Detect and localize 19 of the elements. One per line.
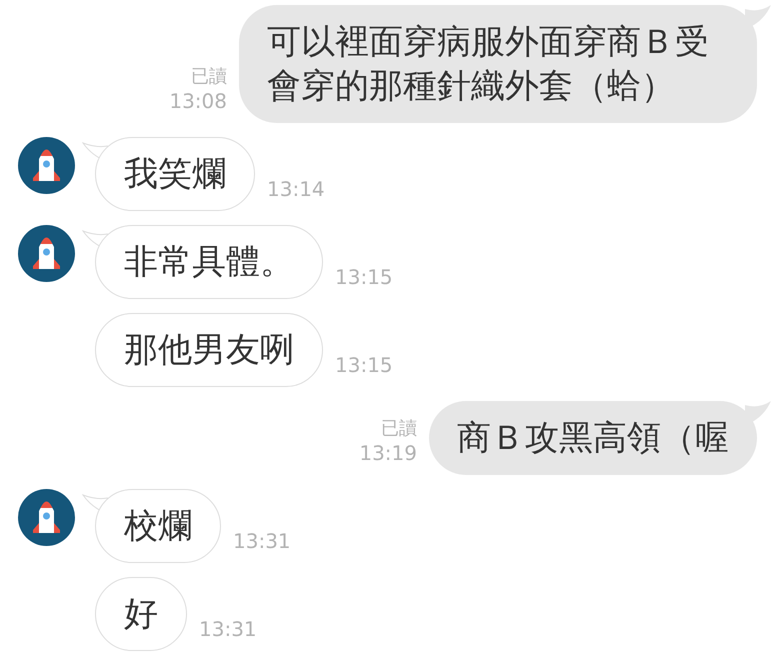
message-time: 13:31 <box>199 617 257 641</box>
sent-message-bubble: 可以裡面穿病服外面穿商Ｂ受會穿的那種針織外套（蛤） <box>239 5 757 123</box>
message-time: 13:14 <box>267 177 325 201</box>
received-message-bubble: 好 <box>95 577 187 651</box>
avatar-icon <box>18 489 75 546</box>
message-time: 13:15 <box>335 265 393 289</box>
received-message-bubble: 非常具體。 <box>95 225 323 299</box>
message-time: 13:15 <box>335 353 393 377</box>
received-message-bubble: 校爛 <box>95 489 221 563</box>
avatar-icon <box>18 137 75 194</box>
avatar-icon <box>18 225 75 282</box>
message-time: 13:08 <box>169 89 227 113</box>
message-time: 13:19 <box>359 441 417 465</box>
sent-message-bubble: 商Ｂ攻黑高領（喔 <box>429 401 757 475</box>
read-receipt: 已讀 <box>191 65 227 89</box>
received-message-bubble: 那他男友咧 <box>95 313 323 387</box>
message-time: 13:31 <box>233 529 291 553</box>
received-message-bubble: 我笑爛 <box>95 137 255 211</box>
read-receipt: 已讀 <box>381 417 417 441</box>
